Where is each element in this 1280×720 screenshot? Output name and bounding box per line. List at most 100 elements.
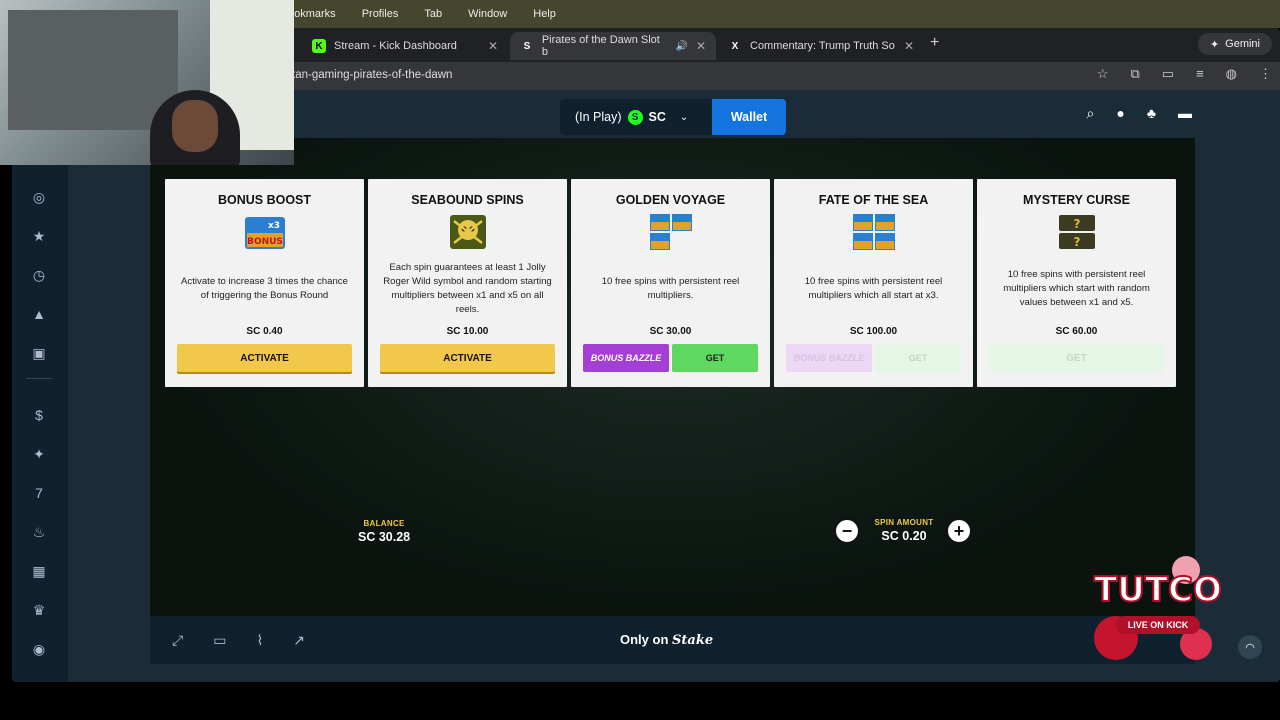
url-text[interactable]: tan-gaming-pirates-of-the-dawn	[292, 69, 452, 81]
chat-icon[interactable]: ▬	[1178, 105, 1192, 122]
sidebar-favourites-icon[interactable]: ★	[28, 225, 50, 247]
bonus-chest-x3-icon: BONUS x3	[244, 217, 285, 249]
extensions-icon[interactable]: ⧉	[1130, 66, 1139, 82]
decrease-spin-button[interactable]: −	[834, 518, 860, 544]
bonus-bazzle-button: BONUS BAZZLE	[786, 344, 872, 372]
sidebar-live-casino-icon[interactable]: ▦	[28, 560, 50, 582]
get-button: GET	[875, 344, 961, 372]
svg-text:?: ?	[1073, 217, 1080, 231]
game-frame: BONUS BOOST BONUS x3 Activate to increas…	[150, 138, 1195, 616]
tab-title: Pirates of the Dawn Slot b	[541, 34, 660, 58]
card-bonus-boost: BONUS BOOST BONUS x3 Activate to increas…	[165, 179, 364, 387]
increase-spin-button[interactable]: +	[946, 518, 972, 544]
stake-logo: Stake	[672, 633, 714, 648]
card-price: SC 30.00	[649, 326, 692, 337]
wallet-button[interactable]: Wallet	[712, 99, 786, 135]
svg-text:BONUS: BONUS	[247, 237, 283, 247]
card-title: GOLDEN VOYAGE	[615, 193, 726, 207]
balance-select[interactable]: (In Play) S SC ⌄	[560, 99, 712, 135]
tab-x-commentary[interactable]: X Commentary: Trump Truth So ✕	[718, 32, 924, 60]
sidebar-new-releases-icon[interactable]: ✦	[28, 443, 50, 465]
spin-amount-value: SC 0.20	[881, 529, 927, 543]
gemini-button[interactable]: ✦ Gemini	[1197, 33, 1272, 55]
search-icon[interactable]: ⌕	[1087, 105, 1095, 122]
sidebar-slots-icon[interactable]: 7	[28, 482, 50, 504]
sidebar-settings-icon[interactable]: ◉	[28, 638, 50, 660]
close-tab-icon[interactable]: ✕	[696, 39, 706, 53]
media-icon[interactable]: ≡	[1196, 66, 1204, 82]
webcam-overlay	[0, 0, 294, 165]
card-price: SC 60.00	[1055, 326, 1098, 337]
activate-button[interactable]: ACTIVATE	[380, 344, 555, 372]
svg-text:x3: x3	[267, 221, 279, 231]
spin-amount-display: SPIN AMOUNT SC 0.20	[868, 518, 940, 543]
sidebar-recent-icon[interactable]: ◷	[28, 264, 50, 286]
speaker-icon[interactable]: 🔊	[675, 41, 687, 52]
mystery-chests-icon: ? ?	[1058, 215, 1095, 249]
card-fate-of-the-sea: FATE OF THE SEA 10 free spins with persi…	[774, 179, 973, 387]
card-title: SEABOUND SPINS	[411, 193, 524, 207]
balance-label: BALANCE	[363, 519, 405, 528]
spin-amount-label: SPIN AMOUNT	[874, 518, 934, 527]
card-description: 10 free spins with persistent reel multi…	[601, 276, 740, 301]
get-button[interactable]: GET	[672, 344, 758, 372]
card-price: SC 0.40	[246, 326, 283, 337]
sidebar-poker-chip-icon[interactable]: ◎	[28, 186, 50, 208]
card-description: Each spin guarantees at least 1 Jolly Ro…	[383, 262, 552, 315]
only-on-label: Only on	[620, 632, 669, 647]
theatre-mode-icon[interactable]: ▭	[213, 632, 226, 649]
sidebar-crown-icon[interactable]: ♛	[28, 599, 50, 621]
menu-window[interactable]: Window	[468, 8, 507, 20]
sidebar-bets-icon[interactable]: ▣	[28, 342, 50, 364]
bonus-bazzle-button[interactable]: BONUS BAZZLE	[583, 344, 669, 372]
logo-text: TUTCO	[1093, 569, 1223, 611]
close-tab-icon[interactable]: ✕	[904, 39, 914, 53]
spin-amount-control: − SPIN AMOUNT SC 0.20 +	[834, 518, 974, 544]
bonus-chests-3-icon	[649, 214, 692, 250]
in-play-label: (In Play)	[575, 110, 622, 124]
notifications-icon[interactable]: ♣	[1147, 105, 1156, 122]
cast-icon[interactable]: ▭	[1162, 66, 1174, 82]
sidebar-divider	[26, 378, 52, 379]
jolly-roger-skull-icon	[449, 215, 486, 249]
card-mystery-curse: MYSTERY CURSE ? ? 10 free spins with per…	[977, 179, 1176, 387]
currency-label: SC	[648, 110, 666, 124]
webcam-face	[172, 100, 218, 152]
more-menu-icon[interactable]: ⋮	[1259, 66, 1272, 82]
new-tab-icon[interactable]: +	[930, 34, 939, 52]
menu-bookmarks[interactable]: ookmarks	[288, 8, 336, 20]
balance-value: SC 30.28	[358, 530, 411, 544]
tab-title: Stream - Kick Dashboard	[334, 40, 457, 52]
profile-icon[interactable]: ◍	[1226, 66, 1237, 82]
support-headset-icon[interactable]: ◠	[1238, 635, 1262, 659]
get-button: GET	[989, 344, 1164, 372]
tab-kick-dashboard[interactable]: K Stream - Kick Dashboard ✕	[302, 32, 508, 60]
logo-sub: LIVE ON KICK	[1116, 616, 1200, 634]
card-title: MYSTERY CURSE	[1023, 193, 1130, 207]
popout-icon[interactable]: ↗	[293, 632, 305, 649]
card-golden-voyage: GOLDEN VOYAGE 10 free spins with persist…	[571, 179, 770, 387]
card-seabound-spins: SEABOUND SPINS Each spin guarantees at l…	[368, 179, 567, 387]
tab-title: Commentary: Trump Truth So	[750, 40, 895, 52]
menu-profiles[interactable]: Profiles	[362, 8, 399, 20]
card-description: Activate to increase 3 times the chance …	[181, 276, 348, 301]
stats-icon[interactable]: ⌇	[256, 632, 263, 649]
streamer-logo: TUTCO LIVE ON KICK	[1086, 548, 1230, 666]
gemini-label: Gemini	[1225, 38, 1260, 50]
browser-toolbar: ☆ ⧉ ▭ ≡ ◍ ⋮	[1097, 66, 1272, 82]
sidebar-challenges-icon[interactable]: ▲	[28, 303, 50, 325]
webcam-shelf	[8, 10, 178, 130]
card-price: SC 10.00	[446, 326, 489, 337]
sidebar: ◎ ★ ◷ ▲ ▣ $ ✦ 7 ♨ ▦ ♛ ◉	[12, 132, 68, 682]
bookmark-star-icon[interactable]: ☆	[1097, 66, 1109, 82]
sidebar-stake-originals-icon[interactable]: $	[28, 404, 50, 426]
menu-help[interactable]: Help	[533, 8, 556, 20]
sidebar-hot-icon[interactable]: ♨	[28, 521, 50, 543]
card-title: BONUS BOOST	[217, 193, 312, 207]
tab-pirates-slot[interactable]: S Pirates of the Dawn Slot b 🔊 ✕	[510, 32, 716, 60]
user-icon[interactable]: ●	[1116, 105, 1124, 122]
menu-tab[interactable]: Tab	[424, 8, 442, 20]
activate-button[interactable]: ACTIVATE	[177, 344, 352, 372]
close-tab-icon[interactable]: ✕	[488, 39, 498, 53]
fullscreen-icon[interactable]: ⤢	[172, 632, 183, 649]
